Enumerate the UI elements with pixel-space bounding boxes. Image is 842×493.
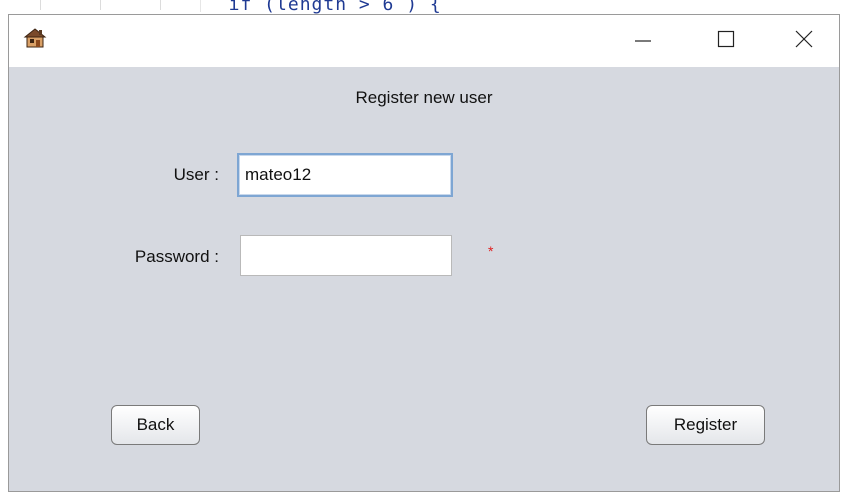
editor-ruler [0,0,201,12]
editor-code-line: if (length > 6 ) { [205,0,442,15]
password-input[interactable] [240,235,452,276]
user-label: User : [173,165,219,184]
close-button[interactable] [775,15,833,67]
register-window: Register new user User : Password : * Ba… [8,14,840,492]
required-marker: * [488,243,494,259]
close-icon [795,30,813,53]
maximize-button[interactable] [697,15,755,67]
title-bar [9,15,839,67]
password-label: Password : [134,247,219,266]
maximize-icon [717,30,735,53]
minimize-button[interactable] [614,15,672,67]
app-house-icon [23,27,47,49]
minimize-icon [634,30,652,53]
back-button[interactable]: Back [111,405,200,445]
register-button[interactable]: Register [646,405,765,445]
dialog-title: Register new user [355,88,493,107]
user-input[interactable] [237,153,453,197]
